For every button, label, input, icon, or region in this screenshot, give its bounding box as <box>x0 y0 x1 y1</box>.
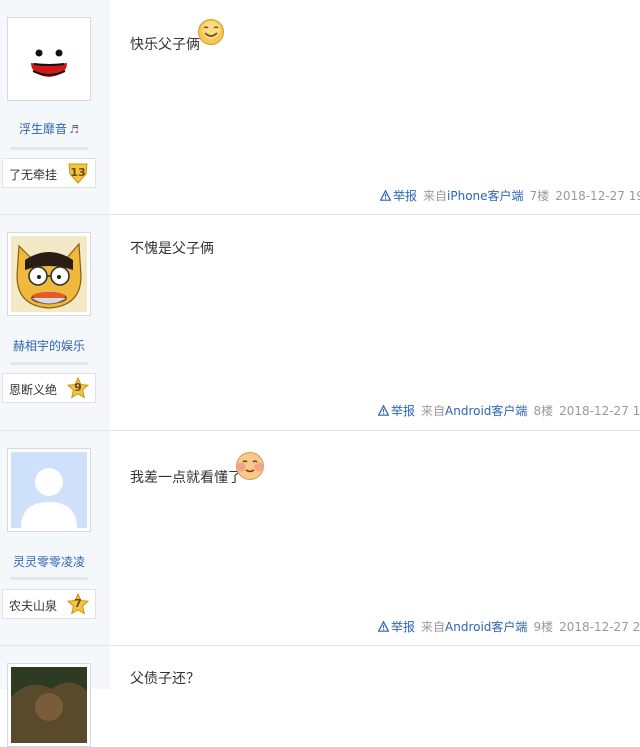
source-prefix: 来自 <box>421 404 446 418</box>
level-number: 9 <box>74 381 82 394</box>
avatar[interactable] <box>7 17 91 101</box>
post-floor-7: 浮生靡音 ♬ 了无牵挂 13 快乐父子俩 举报 来自iPhone客户端 7楼 2018-… <box>0 0 640 215</box>
report-button[interactable]: 举报 <box>378 404 415 418</box>
client-link[interactable]: Android客户端 <box>445 404 527 418</box>
avatar[interactable] <box>7 448 91 532</box>
post-text: 快乐父子俩 <box>130 37 200 53</box>
avatar[interactable] <box>7 232 91 316</box>
report-button[interactable]: 举报 <box>380 189 417 203</box>
floor-number: 8楼 <box>533 404 554 418</box>
level-number: 7 <box>74 597 82 610</box>
warning-triangle-icon <box>380 190 391 201</box>
divider <box>10 362 88 365</box>
floor-number: 7楼 <box>529 189 550 203</box>
level-badge-icon: 7 <box>66 593 90 615</box>
post-floor-10: 父债子还？ <box>0 646 640 747</box>
post-content: 父债子还？ <box>110 646 640 689</box>
post-time: 2018-12-27 20:1 <box>559 620 640 634</box>
source-prefix: 来自 <box>421 620 446 634</box>
level-badge-icon: 13 <box>66 162 90 184</box>
report-label: 举报 <box>393 189 418 203</box>
warning-triangle-icon <box>378 621 389 632</box>
author-sidebar <box>0 646 110 747</box>
floor-number: 9楼 <box>533 620 554 634</box>
divider <box>10 147 88 150</box>
username-link[interactable]: 灵灵零零凌凌 <box>0 553 98 570</box>
music-note-icon: ♬ <box>69 123 79 136</box>
level-number: 13 <box>70 166 86 179</box>
divider <box>10 577 88 580</box>
source-prefix: 来自 <box>423 189 448 203</box>
avatar[interactable] <box>7 663 91 747</box>
smile-emoji-icon <box>197 18 225 46</box>
post-time: 2018-12-27 19:5 <box>559 404 640 418</box>
level-badge-icon: 9 <box>66 377 90 399</box>
author-sidebar: 灵灵零零凌凌 农夫山泉 7 <box>0 431 110 646</box>
post-content: 我差一点就看懂了 举报来自Android客户端 9楼 2018-12-27 20:1 <box>110 431 640 646</box>
fan-badge[interactable]: 了无牵挂 13 <box>2 158 96 188</box>
badge-name: 恩断义绝 <box>9 383 58 397</box>
report-label: 举报 <box>391 404 416 418</box>
post-meta: 举报来自Android客户端 8楼 2018-12-27 19:5 <box>378 402 640 419</box>
author-sidebar: 赫相宇的娱乐 恩断义绝 9 <box>0 215 110 431</box>
post-floor-9: 灵灵零零凌凌 农夫山泉 7 我差一点就看懂了 举报 来自Android客户端 9楼 2… <box>0 431 640 646</box>
post-time: 2018-12-27 19:4 <box>555 189 640 203</box>
fan-badge[interactable]: 农夫山泉 7 <box>2 589 96 619</box>
warning-triangle-icon <box>378 405 389 416</box>
report-label: 举报 <box>391 620 416 634</box>
post-text: 父债子还？ <box>130 671 200 687</box>
post-text: 不愧是父子俩 <box>130 241 214 257</box>
report-button[interactable]: 举报 <box>378 620 415 634</box>
client-link[interactable]: iPhone客户端 <box>447 189 524 203</box>
author-sidebar: 浮生靡音 ♬ 了无牵挂 13 <box>0 0 110 215</box>
badge-name: 农夫山泉 <box>9 599 58 613</box>
username-link[interactable]: 赫相宇的娱乐 <box>0 337 98 354</box>
badge-name: 了无牵挂 <box>9 168 58 182</box>
username-text: 浮生靡音 <box>19 122 68 136</box>
post-meta: 举报来自iPhone客户端 7楼 2018-12-27 19:4 <box>380 187 640 204</box>
username-link[interactable]: 浮生靡音 ♬ <box>0 120 98 137</box>
client-link[interactable]: Android客户端 <box>445 620 527 634</box>
fan-badge[interactable]: 恩断义绝 9 <box>2 373 96 403</box>
post-content: 快乐父子俩 举报来自iPhone客户端 7楼 2018-12-27 19:4 <box>110 0 640 215</box>
post-floor-8: 赫相宇的娱乐 恩断义绝 9 不愧是父子俩 举报 来自Android客户端 8楼 201… <box>0 215 640 431</box>
blush-emoji-icon <box>235 451 265 481</box>
post-meta: 举报来自Android客户端 9楼 2018-12-27 20:1 <box>378 618 640 635</box>
post-content: 不愧是父子俩 举报来自Android客户端 8楼 2018-12-27 19:5 <box>110 215 640 431</box>
post-text: 我差一点就看懂了 <box>130 470 242 486</box>
